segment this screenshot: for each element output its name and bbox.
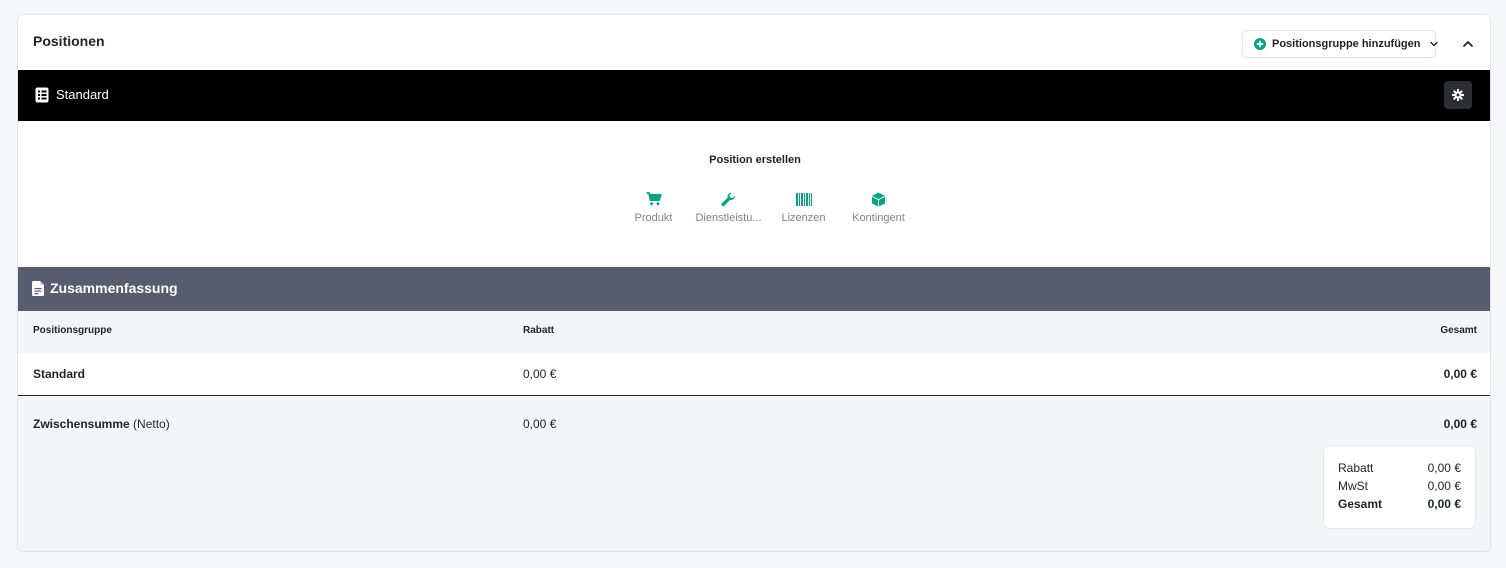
totals-box: Rabatt 0,00 € MwSt 0,00 € Gesamt 0,00 € (1323, 445, 1476, 529)
totals-grand-row: Gesamt 0,00 € (1338, 497, 1461, 511)
totals-tax-value: 0,00 € (1427, 479, 1461, 493)
column-header-total: Gesamt (1440, 325, 1477, 336)
positions-card: Positionen Positionsgruppe hinzufügen St… (17, 14, 1491, 552)
subtotal-label: Zwischensumme (33, 417, 130, 431)
totals-grand-label: Gesamt (1338, 497, 1383, 511)
wrench-icon (721, 191, 736, 207)
row-group-name: Standard (33, 367, 86, 381)
add-position-group-button[interactable]: Positionsgruppe hinzufügen (1242, 30, 1439, 58)
totals-grand-value: 0,00 € (1427, 497, 1461, 511)
create-position-options: Produkt Dienstleistu... Lizenzen Konting… (616, 191, 916, 224)
row-discount: 0,00 € (523, 367, 557, 381)
page-title: Positionen (33, 33, 105, 49)
position-group-bar: Standard (18, 70, 1490, 121)
collapse-button[interactable] (1458, 34, 1478, 54)
create-licenses-option[interactable]: Lizenzen (766, 191, 841, 224)
table-row: Standard 0,00 € 0,00 € (18, 353, 1490, 396)
column-header-group: Positionsgruppe (33, 325, 112, 336)
barcode-icon (795, 191, 812, 207)
create-service-label: Dienstleistu... (695, 212, 762, 224)
create-service-option[interactable]: Dienstleistu... (691, 191, 766, 224)
add-position-group-label: Positionsgruppe hinzufügen (1272, 38, 1421, 50)
create-contingent-label: Kontingent (852, 212, 905, 224)
create-product-label: Produkt (634, 212, 673, 224)
create-product-option[interactable]: Produkt (616, 191, 691, 224)
group-settings-button[interactable] (1444, 81, 1472, 109)
totals-tax-row: MwSt 0,00 € (1338, 479, 1461, 493)
summary-table-header: Positionsgruppe Rabatt Gesamt (18, 311, 1490, 353)
create-licenses-label: Lizenzen (781, 212, 826, 224)
chevron-up-icon (1463, 41, 1473, 47)
box-icon (871, 191, 886, 207)
subtotal-total: 0,00 € (1443, 417, 1477, 431)
create-position-section: Position erstellen Produkt Dienstleistu.… (18, 121, 1490, 267)
create-contingent-option[interactable]: Kontingent (841, 191, 916, 224)
card-header: Positionen Positionsgruppe hinzufügen (18, 15, 1490, 70)
totals-tax-label: MwSt (1338, 479, 1368, 493)
subtotal-area: Zwischensumme (Netto) 0,00 € 0,00 € Raba… (18, 397, 1490, 551)
totals-discount-label: Rabatt (1338, 461, 1374, 475)
column-header-discount: Rabatt (523, 325, 555, 336)
subtotal-suffix: (Netto) (133, 417, 170, 431)
cart-icon (646, 191, 662, 207)
gear-icon (1452, 89, 1464, 101)
plus-circle-icon (1254, 38, 1266, 50)
summary-bar: Zusammenfassung (18, 267, 1490, 311)
position-group-name: Standard (56, 87, 109, 102)
create-position-title: Position erstellen (709, 154, 801, 166)
subtotal-label-group: Zwischensumme (Netto) (33, 417, 170, 431)
totals-discount-value: 0,00 € (1427, 461, 1461, 475)
summary-title: Zusammenfassung (50, 280, 178, 296)
totals-discount-row: Rabatt 0,00 € (1338, 461, 1461, 475)
document-icon (32, 281, 44, 296)
row-total: 0,00 € (1443, 367, 1477, 381)
subtotal-discount: 0,00 € (523, 417, 557, 431)
list-icon (35, 87, 49, 103)
chevron-down-icon (1429, 39, 1439, 49)
